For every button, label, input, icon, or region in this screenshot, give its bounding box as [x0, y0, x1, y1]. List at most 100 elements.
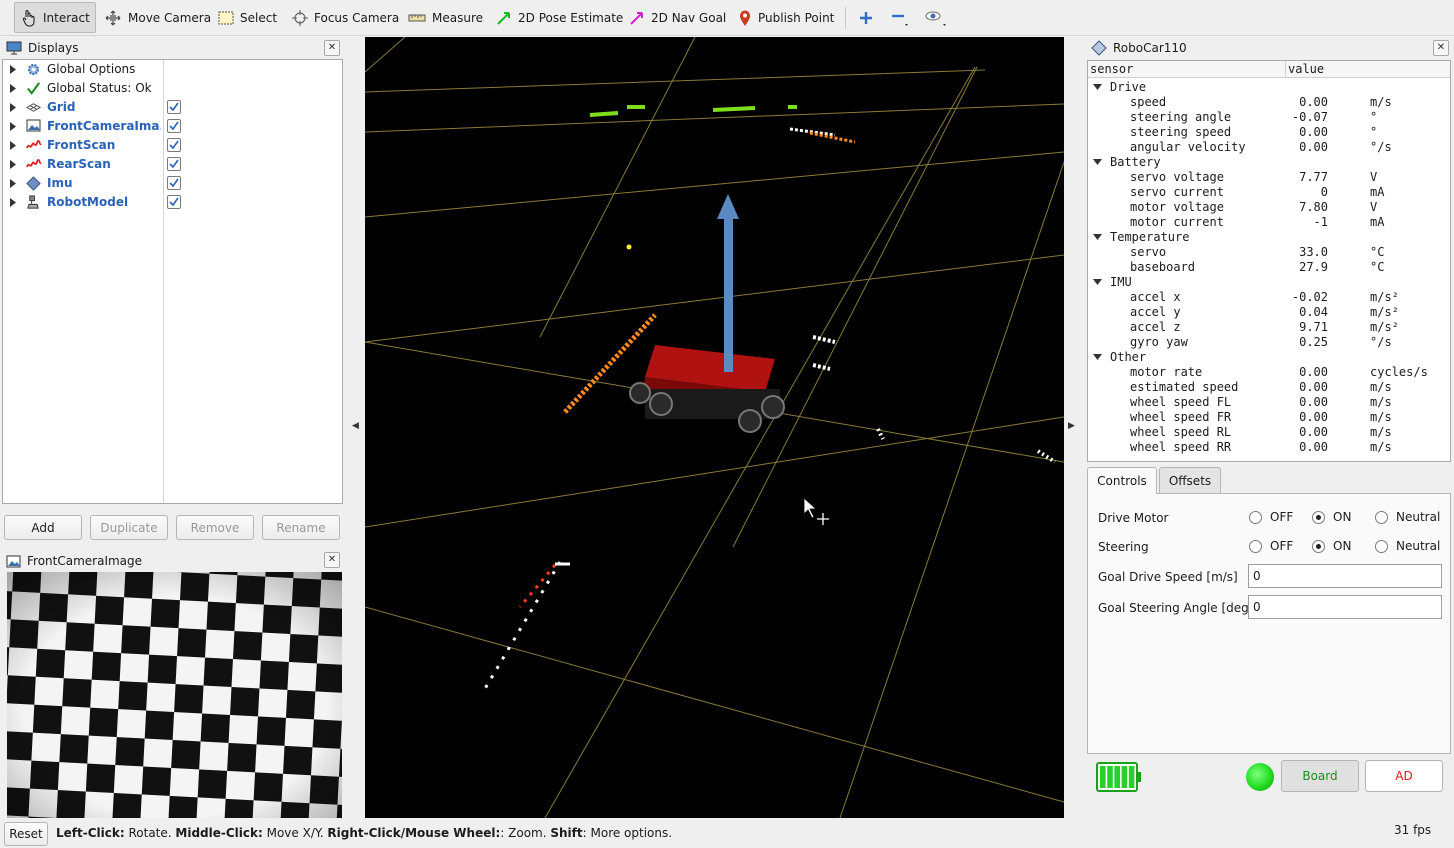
- expand-arrow-icon[interactable]: [10, 65, 16, 74]
- collapse-arrow-icon[interactable]: [1093, 159, 1102, 165]
- sensor-group-temperature[interactable]: Temperature: [1088, 230, 1450, 245]
- collapse-arrow-icon[interactable]: [1093, 279, 1102, 285]
- expand-arrow-icon[interactable]: [10, 179, 16, 188]
- steering-off-radio[interactable]: OFF: [1249, 539, 1293, 553]
- expand-arrow-icon[interactable]: [10, 84, 16, 93]
- sensor-group-label: Other: [1110, 350, 1147, 364]
- nav-goal-tool-label: 2D Nav Goal: [651, 10, 727, 25]
- sensor-value: 0.00: [1299, 365, 1328, 379]
- sensor-value: -1: [1313, 215, 1328, 229]
- display-item-frontscan[interactable]: FrontScan: [3, 136, 342, 155]
- sensor-value: 9.71: [1299, 320, 1328, 334]
- sensor-unit: °C: [1370, 260, 1385, 274]
- display-item-robotmodel[interactable]: RobotModel: [3, 193, 342, 212]
- rename-display-button[interactable]: Rename: [262, 515, 340, 540]
- sensor-group-other[interactable]: Other: [1088, 350, 1450, 365]
- drive-motor-label: Drive Motor: [1098, 511, 1169, 525]
- main-toolbar: Interact Move Camera Select Focus Camera…: [0, 0, 1454, 36]
- add-display-button[interactable]: Add: [4, 515, 82, 540]
- display-enable-checkbox[interactable]: [167, 195, 181, 209]
- sensor-row: motor voltage 7.80 V: [1088, 200, 1450, 215]
- checkmark-icon: [169, 102, 179, 112]
- sensor-unit: m/s: [1370, 410, 1392, 424]
- battery-bar: [1128, 766, 1135, 788]
- goal-steering-angle-input[interactable]: 0: [1248, 595, 1442, 619]
- reset-button[interactable]: Reset: [4, 822, 48, 846]
- battery-icon: [1096, 762, 1141, 792]
- sensor-value: -0.07: [1291, 110, 1328, 124]
- display-item-label: RearScan: [47, 157, 111, 171]
- display-item-rearscan[interactable]: RearScan: [3, 155, 342, 174]
- expand-arrow-icon[interactable]: [10, 122, 16, 131]
- display-enable-checkbox[interactable]: [167, 138, 181, 152]
- sensor-row: baseboard 27.9 °C: [1088, 260, 1450, 275]
- collapse-arrow-icon[interactable]: [1093, 234, 1102, 240]
- ad-button[interactable]: AD: [1365, 760, 1443, 792]
- select-tool-label: Select: [240, 10, 278, 25]
- collapse-arrow-icon[interactable]: [1093, 354, 1102, 360]
- sensor-name: baseboard: [1130, 260, 1196, 274]
- displays-panel-header: Displays: [2, 38, 343, 58]
- collapse-left-arrow[interactable]: ◀: [352, 421, 359, 431]
- display-item-grid[interactable]: Grid: [3, 98, 342, 117]
- expand-arrow-icon[interactable]: [10, 103, 16, 112]
- display-item-imu[interactable]: Imu: [3, 174, 342, 193]
- collapse-arrow-icon[interactable]: [1093, 84, 1102, 90]
- display-item-label: RobotModel: [47, 195, 129, 209]
- remove-display-button[interactable]: Remove: [176, 515, 254, 540]
- tab-offsets[interactable]: Offsets: [1159, 467, 1221, 493]
- sensor-value: 0: [1320, 185, 1328, 199]
- robot-panel-close-button[interactable]: ✕: [1433, 40, 1449, 56]
- value-column-header[interactable]: value: [1286, 61, 1450, 78]
- goal-drive-speed-input[interactable]: 0: [1248, 564, 1442, 588]
- sensor-value: 0.00: [1299, 410, 1328, 424]
- sensor-row: wheel speed FR 0.00 m/s: [1088, 410, 1450, 425]
- displays-close-button[interactable]: ✕: [324, 40, 340, 56]
- view-options-button[interactable]: [918, 2, 954, 33]
- display-enable-checkbox[interactable]: [167, 157, 181, 171]
- expand-arrow-icon[interactable]: [10, 160, 16, 169]
- remove-tool-button[interactable]: [884, 2, 916, 33]
- drive-motor-off-radio[interactable]: OFF: [1249, 510, 1293, 524]
- duplicate-display-button[interactable]: Duplicate: [90, 515, 168, 540]
- sensor-group-imu[interactable]: IMU: [1088, 275, 1450, 290]
- sensor-unit: cycles/s: [1370, 365, 1428, 379]
- robot-model: [629, 345, 785, 433]
- display-item-frontcameraima[interactable]: FrontCameraIma...: [3, 117, 342, 136]
- sensor-group-drive[interactable]: Drive: [1088, 80, 1450, 95]
- select-tool-button[interactable]: Select: [212, 2, 283, 33]
- focus-camera-icon: [292, 9, 308, 26]
- front-camera-image: [7, 572, 342, 818]
- expand-arrow-icon[interactable]: [10, 198, 16, 207]
- nav-goal-tool-button[interactable]: 2D Nav Goal: [623, 2, 732, 33]
- battery-bar: [1114, 766, 1120, 788]
- expand-arrow-icon[interactable]: [10, 141, 16, 150]
- sensor-column-header[interactable]: sensor: [1088, 61, 1286, 78]
- sensor-group-battery[interactable]: Battery: [1088, 155, 1450, 170]
- status-led: [1246, 763, 1274, 791]
- drive-motor-neutral-radio[interactable]: Neutral: [1375, 510, 1440, 524]
- display-enable-checkbox[interactable]: [167, 176, 181, 190]
- collapse-right-arrow[interactable]: ▶: [1068, 421, 1075, 431]
- steering-on-radio[interactable]: ON: [1312, 539, 1351, 553]
- focus-camera-tool-button[interactable]: Focus Camera: [286, 2, 405, 33]
- publish-point-tool-button[interactable]: Publish Point: [732, 2, 840, 33]
- sensor-row: motor current -1 mA: [1088, 215, 1450, 230]
- board-button[interactable]: Board: [1281, 760, 1359, 792]
- interact-tool-button[interactable]: Interact: [14, 2, 96, 33]
- measure-tool-button[interactable]: Measure: [402, 2, 489, 33]
- 3d-render-view[interactable]: [365, 37, 1064, 818]
- display-item-global-status-ok[interactable]: Global Status: Ok: [3, 79, 342, 98]
- tab-controls[interactable]: Controls: [1087, 467, 1157, 494]
- drive-motor-on-radio[interactable]: ON: [1312, 510, 1351, 524]
- display-enable-checkbox[interactable]: [167, 119, 181, 133]
- display-item-global-options[interactable]: Global Options: [3, 60, 342, 79]
- move-camera-tool-button[interactable]: Move Camera: [98, 2, 217, 33]
- checkmark-icon: [169, 178, 179, 188]
- hand-pointer-icon: [22, 9, 35, 27]
- steering-neutral-radio[interactable]: Neutral: [1375, 539, 1440, 553]
- add-tool-button[interactable]: [852, 2, 880, 33]
- camera-close-button[interactable]: ✕: [324, 552, 340, 568]
- pose-estimate-tool-button[interactable]: 2D Pose Estimate: [490, 2, 629, 33]
- display-enable-checkbox[interactable]: [167, 100, 181, 114]
